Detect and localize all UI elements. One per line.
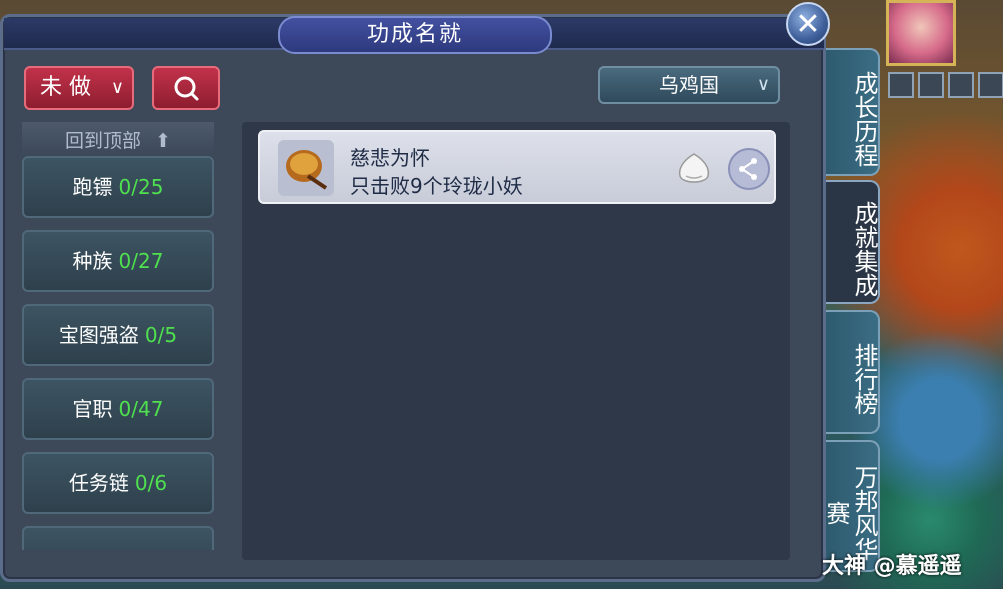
tab-achievement-collection[interactable]: 成就集成 bbox=[826, 180, 880, 304]
search-button[interactable] bbox=[152, 66, 220, 110]
tab-leaderboard[interactable]: 排行榜 bbox=[826, 310, 880, 434]
status-slot[interactable] bbox=[948, 72, 974, 98]
category-item[interactable]: 任务链 0/6 bbox=[22, 452, 214, 514]
panel-title: 功成名就 bbox=[278, 16, 552, 54]
chevron-down-icon: ∨ bbox=[110, 77, 124, 98]
category-item[interactable]: 宝图强盗 0/5 bbox=[22, 304, 214, 366]
share-icon bbox=[739, 158, 757, 180]
category-name: 官职 bbox=[72, 397, 113, 421]
back-to-top-button[interactable]: 回到顶部 ⬆ bbox=[22, 122, 214, 160]
achievement-description: 只击败9个玲珑小妖 bbox=[350, 174, 523, 198]
back-to-top-label: 回到顶部 bbox=[65, 130, 142, 152]
category-count: 0/5 bbox=[144, 323, 178, 347]
category-count: 0/27 bbox=[118, 249, 164, 273]
region-value: 乌鸡国 bbox=[659, 73, 719, 97]
status-slot[interactable] bbox=[978, 72, 1003, 98]
category-count: 0/6 bbox=[134, 471, 168, 495]
category-item[interactable]: 跑镖 0/25 bbox=[22, 156, 214, 218]
chevron-down-icon: ∨ bbox=[756, 74, 770, 95]
drum-icon bbox=[278, 140, 334, 196]
share-button[interactable] bbox=[728, 148, 770, 190]
status-slot[interactable] bbox=[888, 72, 914, 98]
category-name: 种族 bbox=[72, 249, 113, 273]
category-item[interactable]: 种族 0/27 bbox=[22, 230, 214, 292]
category-list[interactable]: 回到顶部 ⬆ 跑镖 0/25 种族 0/27 宝图强盗 0/5 官职 0/47 任务链 0… bbox=[22, 122, 216, 550]
status-slot[interactable] bbox=[918, 72, 944, 98]
tab-growth-history[interactable]: 成长历程 bbox=[826, 48, 880, 176]
watermark: 大神 @慕遥遥 bbox=[822, 554, 962, 579]
category-name: 跑镖 bbox=[72, 175, 113, 199]
category-name: 任务链 bbox=[68, 471, 129, 495]
filter-label: 未 做 bbox=[40, 75, 91, 100]
category-count: 0/25 bbox=[118, 175, 164, 199]
filter-dropdown[interactable]: 未 做 ∨ bbox=[24, 66, 134, 110]
category-item[interactable] bbox=[22, 526, 214, 550]
fruit-icon[interactable] bbox=[674, 150, 714, 188]
category-count: 0/47 bbox=[118, 397, 164, 421]
player-avatar[interactable] bbox=[886, 0, 956, 66]
close-icon: ✕ bbox=[795, 7, 821, 42]
achievement-card[interactable]: 慈悲为怀 只击败9个玲珑小妖 bbox=[258, 130, 776, 204]
category-name: 宝图强盗 bbox=[58, 323, 139, 347]
close-button[interactable]: ✕ bbox=[786, 2, 830, 46]
search-icon bbox=[174, 76, 199, 101]
achievement-name: 慈悲为怀 bbox=[350, 146, 430, 170]
region-dropdown[interactable]: 乌鸡国 ∨ bbox=[598, 66, 780, 104]
arrow-up-icon: ⬆ bbox=[155, 130, 171, 152]
category-item[interactable]: 官职 0/47 bbox=[22, 378, 214, 440]
